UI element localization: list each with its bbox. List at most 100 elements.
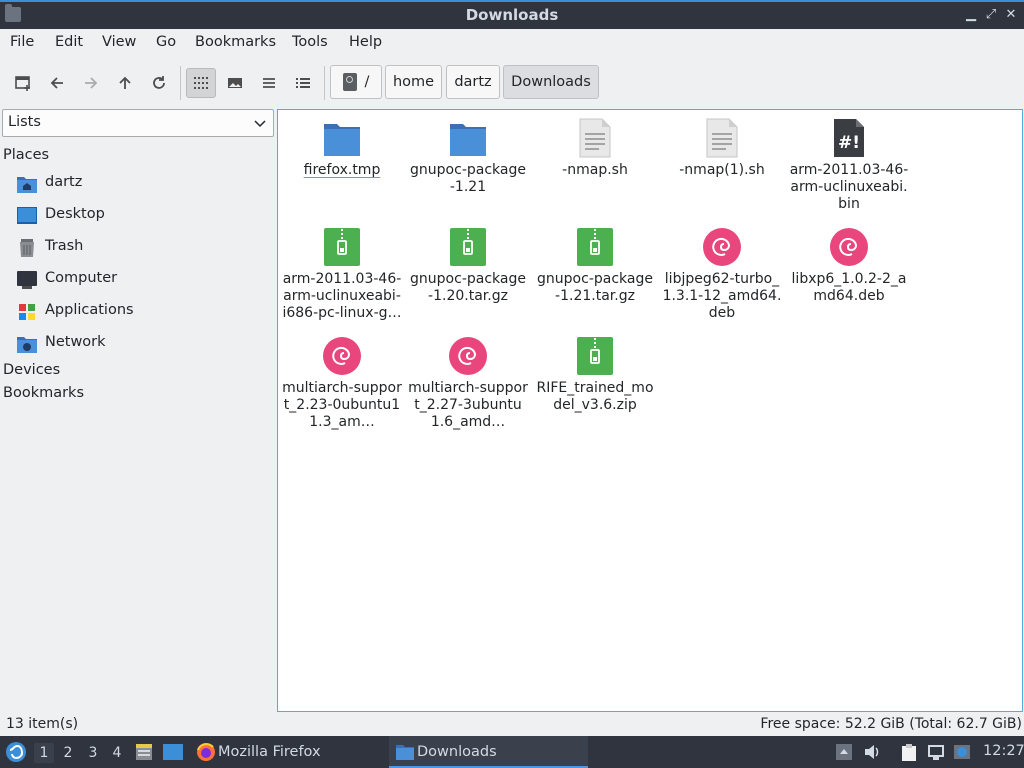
detailed-view-button[interactable] [288, 68, 318, 98]
folder-icon [324, 124, 360, 156]
workspace-1[interactable]: 1 [34, 743, 54, 763]
minimize-button[interactable]: ▁ [962, 5, 980, 25]
new-tab-button[interactable] [8, 68, 38, 98]
tray-menu-icon[interactable] [835, 743, 853, 761]
sidebar-item-network[interactable]: Network [16, 330, 266, 358]
menu-help[interactable]: Help [349, 34, 382, 50]
drive-icon [342, 73, 357, 91]
debian-package-icon [323, 337, 361, 375]
file-view[interactable]: firefox.tmp gnupoc-package-1.21 -nmap.sh… [277, 109, 1023, 712]
trash-icon [20, 239, 34, 257]
sidebar-item-desktop[interactable]: Desktop [16, 202, 266, 230]
text-file-icon [579, 118, 611, 158]
archive-icon [450, 228, 486, 266]
task-firefox[interactable]: Mozilla Firefox [194, 736, 384, 768]
file-item[interactable]: multiarch-support_2.27-3ubuntu1.6_amd… [406, 328, 530, 432]
sidebar-item-computer[interactable]: Computer [16, 266, 266, 294]
arrow-up-icon [119, 76, 131, 89]
forward-button[interactable] [76, 68, 106, 98]
path-segment-label: dartz [454, 74, 492, 90]
workspace-3[interactable]: 3 [83, 743, 103, 763]
list-detail-icon [296, 78, 310, 88]
file-name: arm-2011.03-46-arm-uclinuxeabi-i686-pc-l… [282, 271, 402, 321]
menu-go[interactable]: Go [156, 34, 176, 50]
file-name: gnupoc-package-1.21 [410, 162, 526, 195]
grid-view-icon [194, 77, 208, 89]
item-count: 13 item(s) [6, 716, 79, 732]
workspace-2[interactable]: 2 [58, 743, 78, 763]
file-manager-launcher-icon[interactable] [134, 742, 154, 762]
sidebar-item-label: Trash [45, 238, 84, 254]
image-view-icon [228, 78, 242, 88]
sidebar-item-trash[interactable]: Trash [16, 234, 266, 262]
places-heading[interactable]: Places [3, 147, 49, 163]
clipboard-icon[interactable] [900, 743, 918, 761]
up-button[interactable] [110, 68, 140, 98]
chevron-down-icon [254, 120, 266, 128]
file-item[interactable]: RIFE_trained_model_v3.6.zip [533, 328, 657, 432]
menu-view[interactable]: View [102, 34, 136, 50]
file-item[interactable]: arm-2011.03-46-arm-uclinuxeabi-i686-pc-l… [280, 219, 404, 323]
path-segment-dartz[interactable]: dartz [446, 65, 500, 99]
icon-view-button[interactable] [186, 68, 216, 98]
clock: 12:27 [983, 743, 1024, 759]
file-item[interactable]: gnupoc-package-1.20.tar.gz [406, 219, 530, 323]
side-pane-mode-select[interactable]: Lists [2, 109, 274, 137]
path-root-button[interactable]: / [330, 65, 382, 99]
bookmarks-heading[interactable]: Bookmarks [3, 385, 84, 401]
archive-icon [577, 228, 613, 266]
file-item[interactable]: gnupoc-package-1.21 [406, 110, 530, 214]
arrow-left-icon [50, 77, 63, 89]
maximize-button[interactable]: ⤢ [982, 5, 1000, 25]
volume-icon[interactable] [863, 743, 881, 761]
close-button[interactable]: ✕ [1002, 5, 1020, 25]
file-item[interactable]: libjpeg62-turbo_1.3.1-12_amd64.deb [660, 219, 784, 323]
title-bar: Downloads ▁ ⤢ ✕ [0, 0, 1024, 29]
folder-icon [450, 124, 486, 156]
text-file-icon [706, 118, 738, 158]
path-root-label: / [364, 74, 370, 90]
sidebar-item-label: dartz [45, 174, 83, 190]
file-item[interactable]: firefox.tmp [280, 110, 404, 214]
file-item[interactable]: -nmap(1).sh [660, 110, 784, 214]
toolbar-separator [324, 66, 325, 100]
arrow-right-icon [85, 77, 98, 89]
path-segment-home[interactable]: home [385, 65, 442, 99]
updates-icon[interactable] [953, 743, 971, 761]
toolbar-separator [180, 66, 181, 100]
thumbnail-view-button[interactable] [220, 68, 250, 98]
sidebar-item-dartz[interactable]: dartz [16, 170, 266, 198]
network-status-icon[interactable] [927, 743, 945, 761]
home-folder-icon [17, 177, 37, 193]
menu-file[interactable]: File [10, 34, 34, 50]
devices-heading[interactable]: Devices [3, 362, 60, 378]
show-desktop-icon[interactable] [162, 742, 184, 762]
menu-tools[interactable]: Tools [292, 34, 328, 50]
file-name: firefox.tmp [303, 162, 381, 178]
menu-edit[interactable]: Edit [55, 34, 83, 50]
reload-button[interactable] [144, 68, 174, 98]
back-button[interactable] [42, 68, 72, 98]
file-item[interactable]: #! arm-2011.03-46-arm-uclinuxeabi.bin [787, 110, 911, 214]
task-label: Mozilla Firefox [218, 744, 321, 760]
sidebar-item-label: Network [45, 334, 106, 350]
taskbar: 1 2 3 4 Mozilla Firefox Downloads 12:27 [0, 736, 1024, 768]
start-menu-icon[interactable] [5, 741, 27, 763]
path-segment-downloads[interactable]: Downloads [503, 65, 599, 99]
file-item[interactable]: gnupoc-package-1.21.tar.gz [533, 219, 657, 323]
reload-icon [153, 76, 165, 89]
file-item[interactable]: -nmap.sh [533, 110, 657, 214]
desktop-icon [17, 207, 37, 224]
path-segment-label: Downloads [511, 74, 591, 90]
side-pane-mode-label: Lists [8, 114, 41, 130]
compact-view-button[interactable] [254, 68, 284, 98]
menu-bookmarks[interactable]: Bookmarks [195, 34, 276, 50]
file-name: arm-2011.03-46-arm-uclinuxeabi.bin [789, 162, 909, 212]
workspace-4[interactable]: 4 [107, 743, 127, 763]
sidebar-item-applications[interactable]: Applications [16, 298, 266, 326]
task-downloads[interactable]: Downloads [389, 736, 588, 768]
file-item[interactable]: libxp6_1.0.2-2_amd64.deb [787, 219, 911, 323]
file-item[interactable]: multiarch-support_2.23-0ubuntu11.3_am… [280, 328, 404, 432]
file-name: gnupoc-package-1.20.tar.gz [410, 271, 526, 304]
folder-icon [396, 745, 414, 760]
